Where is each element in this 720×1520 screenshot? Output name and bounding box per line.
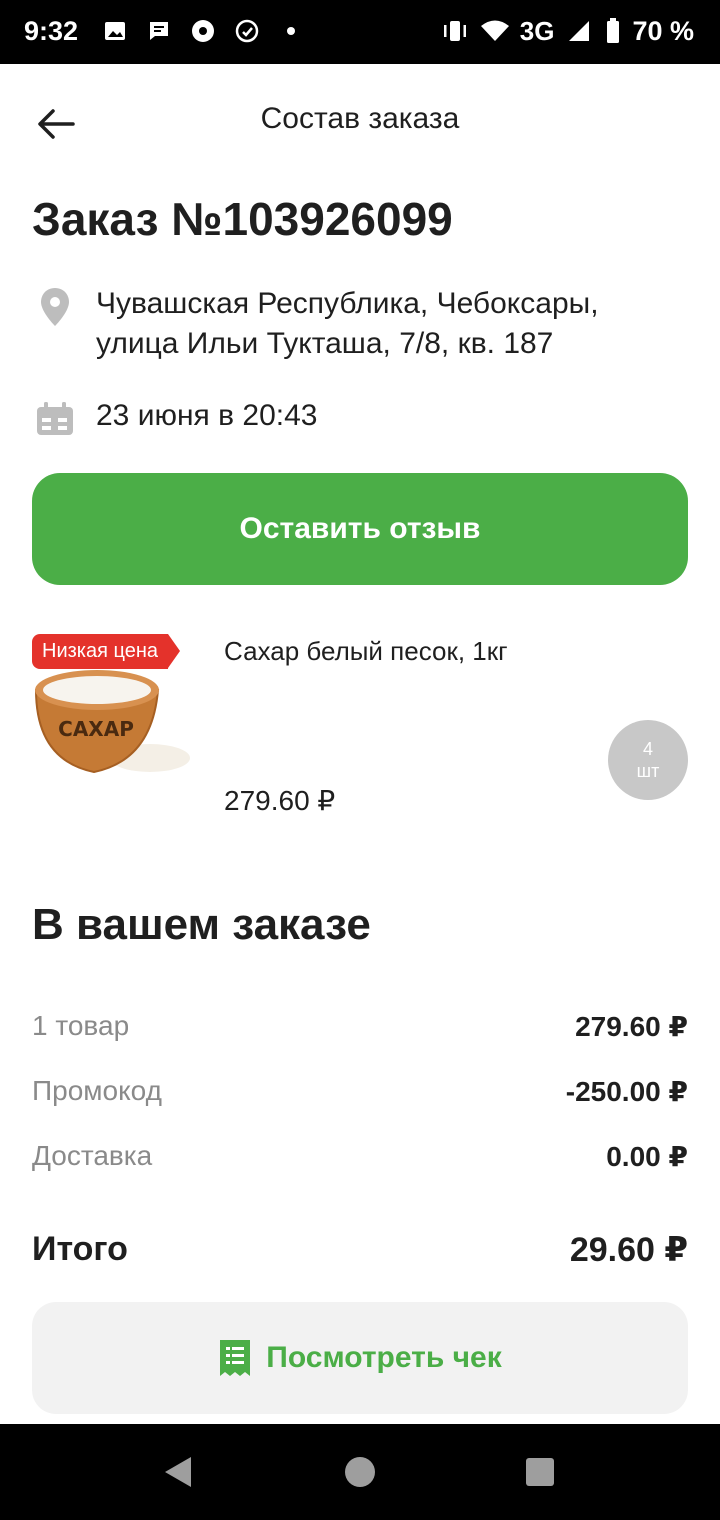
quantity-badge: 4 шт: [608, 720, 688, 800]
summary-row-value: 279.60 ₽: [575, 1011, 688, 1042]
total-row: Итого 29.60 ₽: [32, 1230, 688, 1270]
quantity-number: 4: [642, 739, 653, 759]
leave-review-button[interactable]: Оставить отзыв: [32, 473, 688, 585]
order-date: 23 июня в 20:43: [96, 399, 318, 432]
more-dot-icon: [276, 14, 306, 48]
status-bar: 9:32 3G 70 %: [0, 0, 720, 64]
summary-row-label: Доставка: [32, 1140, 153, 1171]
nav-home-button[interactable]: [338, 1450, 382, 1494]
summary-row-label: Промокод: [32, 1075, 162, 1106]
battery-percent: 70 %: [632, 15, 694, 46]
total-value: 29.60 ₽: [569, 1231, 688, 1269]
date-row: 23 июня в 20:43: [32, 396, 317, 442]
battery-icon: [604, 14, 622, 48]
summary-row-value: 0.00 ₽: [606, 1141, 688, 1172]
low-price-badge: Низкая цена: [32, 634, 181, 669]
app-header: Состав заказа: [0, 64, 720, 176]
summary-row-value: -250.00 ₽: [565, 1076, 688, 1107]
leaf-notification-icon: [232, 14, 262, 48]
square-recents-icon: [526, 1458, 554, 1486]
summary-row: 1 товар 279.60 ₽: [32, 1010, 688, 1043]
view-receipt-label: Посмотреть чек: [266, 1341, 502, 1374]
order-address: Чувашская Республика, Чебоксары, улица И…: [96, 287, 599, 360]
calendar-icon: [32, 396, 78, 442]
notification-icons: [100, 14, 306, 48]
system-nav-bar: [0, 1424, 720, 1520]
product-price: 279.60 ₽: [224, 785, 336, 816]
image-notification-icon: [100, 14, 130, 48]
status-time: 9:32: [24, 16, 79, 46]
product-item[interactable]: САХАР Низкая цена Сахар белый песок, 1кг…: [32, 620, 688, 830]
circle-home-icon: [345, 1457, 375, 1487]
network-type: 3G: [519, 15, 555, 46]
address-row: Чувашская Республика, Чебоксары, улица И…: [32, 284, 672, 364]
app-notification-icon: [188, 14, 218, 48]
product-name: Сахар белый песок, 1кг: [224, 636, 508, 666]
page-title: Состав заказа: [260, 102, 460, 135]
vibrate-icon: [440, 14, 470, 48]
nav-back-button[interactable]: [156, 1450, 200, 1494]
summary-row: Промокод -250.00 ₽: [32, 1075, 688, 1108]
quantity-unit: шт: [636, 761, 660, 781]
summary-title: В вашем заказе: [32, 900, 371, 949]
wifi-icon: [480, 14, 510, 48]
system-icons: 3G 70 %: [440, 14, 694, 48]
view-receipt-button[interactable]: Посмотреть чек: [32, 1302, 688, 1414]
message-notification-icon: [144, 14, 174, 48]
total-label: Итого: [32, 1230, 128, 1268]
location-pin-icon: [32, 284, 78, 330]
summary-row: Доставка 0.00 ₽: [32, 1140, 688, 1173]
summary-row-label: 1 товар: [32, 1010, 130, 1041]
signal-icon: [564, 14, 594, 48]
triangle-back-icon: [165, 1457, 191, 1487]
nav-recents-button[interactable]: [518, 1450, 562, 1494]
receipt-icon: [220, 1340, 251, 1376]
order-number-title: Заказ №103926099: [32, 193, 453, 245]
product-image-label: САХАР: [58, 717, 134, 741]
